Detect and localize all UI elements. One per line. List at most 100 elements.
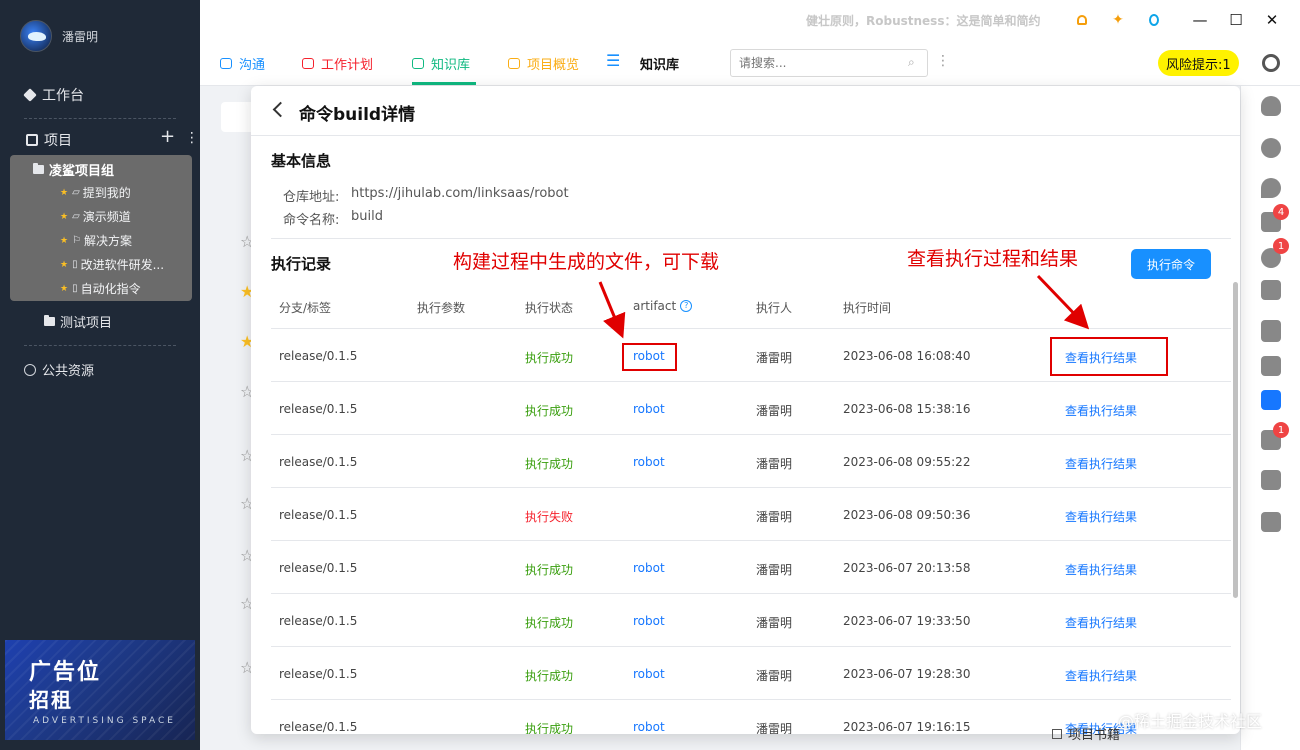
user-name: 潘雷明 [62,29,99,44]
time-cell: 2023-06-08 15:38:16 [843,402,971,416]
execute-command-button[interactable]: 执行命令 [1131,249,1211,279]
minimize-button[interactable]: — [1190,10,1210,30]
sidebar-item-label: 项目 [44,133,72,149]
artifact-link[interactable]: robot [633,720,665,734]
bug-icon[interactable] [1144,10,1164,30]
artifact-link[interactable]: robot [633,402,665,416]
star-icon: ★ [60,259,69,270]
current-section: 知识库 [640,58,680,73]
user-cell: 潘雷明 [756,404,793,418]
ad-banner[interactable]: 广告位 招租 ADVERTISING SPACE [5,640,195,740]
divider [24,118,176,119]
server-icon[interactable] [1261,320,1281,342]
sidebar: 潘雷明 工作台 项目 + ⋮ 凌鲨项目组 ★ ▱ 提到我的 ★ ▱ 演示频道 ★… [0,0,200,750]
user-cell: 潘雷明 [756,351,793,365]
user-cell: 潘雷明 [756,457,793,471]
project-item[interactable]: ★ ▯ 自动化指令 [60,280,141,297]
annotation-box-artifact [622,343,677,371]
apps-icon[interactable] [1261,512,1281,532]
folder-settings-icon[interactable] [1261,390,1281,410]
status-cell: 执行成功 [525,669,574,683]
column-header: 执行时间 [843,301,892,315]
help-icon[interactable]: ? [680,300,693,312]
more-icon[interactable]: ⋮ [936,53,950,69]
artifact-link[interactable]: robot [633,561,665,575]
overview-icon [508,58,520,69]
project-item-label: 改进软件研发... [80,258,165,272]
user-cell: 潘雷明 [756,616,793,630]
members-icon[interactable] [1261,138,1281,158]
back-icon[interactable] [271,102,285,116]
branch-cell: release/0.1.5 [279,561,358,575]
time-cell: 2023-06-07 19:33:50 [843,614,971,628]
more-icon[interactable]: ⋮ [185,130,199,146]
tab-knowledge-base[interactable]: 知识库 [412,54,470,73]
view-result-link[interactable]: 查看执行结果 [1065,508,1137,525]
tab-project-overview[interactable]: 项目概览 [508,54,579,73]
exec-records-title: 执行记录 [271,255,332,273]
project-item[interactable]: ★ ▯ 改进软件研发... [60,256,164,273]
sidebar-item-workbench[interactable]: 工作台 [23,85,84,105]
project-group-title[interactable]: 凌鲨项目组 [33,160,114,179]
tab-work-plan[interactable]: 工作计划 [302,54,373,73]
artifact-link[interactable]: robot [633,455,665,469]
repo-label: 仓库地址: [283,190,340,205]
annotation-artifact-text: 构建过程中生成的文件，可下载 [453,251,720,273]
search-icon[interactable]: ⌕ [908,55,915,70]
close-button[interactable]: ✕ [1262,10,1282,30]
command-name: build [351,209,383,224]
view-result-link[interactable]: 查看执行结果 [1065,455,1137,472]
user-cell: 潘雷明 [756,722,793,734]
view-result-link[interactable]: 查看执行结果 [1065,667,1137,684]
branch-cell: release/0.1.5 [279,402,358,416]
column-header: 执行参数 [417,301,466,315]
project-item[interactable]: ★ ▱ 提到我的 [60,184,131,201]
branch-cell: release/0.1.5 [279,508,358,522]
tab-chat[interactable]: 沟通 [220,54,265,73]
add-project-button[interactable]: + [160,126,175,147]
view-result-link[interactable]: 查看执行结果 [1065,402,1137,419]
project-item-label: 提到我的 [82,186,131,200]
notification-badge: 1 [1273,238,1289,254]
ad-caption: ADVERTISING SPACE [33,716,176,726]
sidebar-item-public[interactable]: 公共资源 [24,360,94,379]
column-header-label: artifact [633,299,677,313]
menu-icon[interactable]: ☰ [606,51,620,70]
status-cell: 执行成功 [525,616,574,630]
project-item[interactable]: ★ ▱ 演示频道 [60,208,131,225]
user-profile[interactable]: 潘雷明 [20,20,98,52]
time-cell: 2023-06-08 16:08:40 [843,349,971,363]
table-row: release/0.1.5 执行成功 robot 潘雷明 2023-06-08 … [271,382,1231,435]
notification-badge: 1 [1273,422,1289,438]
view-result-link[interactable]: 查看执行结果 [1065,561,1137,578]
tab-label: 知识库 [431,58,471,73]
column-header-artifact: artifact ? [633,299,693,313]
alarm-icon[interactable] [1072,10,1092,30]
flash-icon[interactable] [1261,280,1281,300]
download-icon[interactable] [1261,470,1281,490]
search-input[interactable] [730,49,928,77]
artifact-link[interactable]: robot [633,614,665,628]
bulb-icon[interactable] [1261,96,1281,116]
maximize-button[interactable]: ☐ [1226,10,1246,30]
avatar[interactable] [20,20,52,52]
gear-icon[interactable] [1262,54,1280,72]
tab-label: 工作计划 [321,58,374,73]
risk-badge[interactable]: 风险提示:1 [1158,50,1239,76]
star-icon: ★ [60,187,69,198]
project-item-label: 解决方案 [84,234,133,248]
project-item-label: 自动化指令 [80,282,141,296]
branch-cell: release/0.1.5 [279,349,358,363]
cross-arrows-icon[interactable]: ✦ [1108,10,1128,30]
view-result-link[interactable]: 查看执行结果 [1065,614,1137,631]
terminal-icon[interactable] [1261,356,1281,376]
project-item[interactable]: ★ ⚐ 解决方案 [60,232,132,249]
sidebar-item-projects[interactable]: 项目 [26,130,72,150]
scrollbar[interactable] [1233,282,1238,598]
title-bar: 健壮原则，Robustness：这是简单和简约 ✦ — ☐ ✕ [200,0,1300,40]
artifact-link[interactable]: robot [633,667,665,681]
location-icon[interactable] [1261,178,1281,198]
sidebar-item-test-project[interactable]: 测试项目 [44,312,112,331]
user-cell: 潘雷明 [756,510,793,524]
project-books[interactable]: 项目书籍 [1052,724,1120,743]
